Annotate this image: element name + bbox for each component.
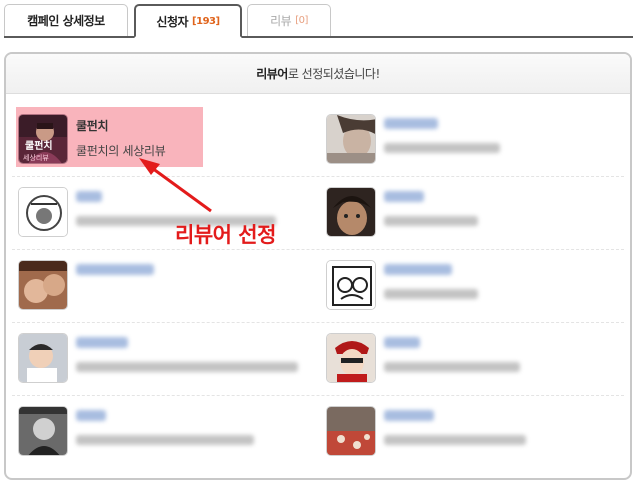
avatar-caption: 세상리뷰 [23, 153, 49, 162]
applicant-row [12, 250, 624, 323]
applicant-item[interactable] [320, 250, 626, 323]
tab-label: 캠페인 상세정보 [27, 14, 105, 28]
applicant-item[interactable] [12, 323, 318, 396]
selection-banner: 리뷰어 로 선정되셨습니다! [6, 54, 630, 94]
blurred-blog [384, 362, 520, 372]
applicant-grid: 쿨펀치 세상리뷰 쿨펀치 쿨펀치의 세상리뷰 [12, 104, 624, 469]
applicant-item[interactable] [12, 396, 318, 469]
applicant-row: 쿨펀치 세상리뷰 쿨펀치 쿨펀치의 세상리뷰 [12, 104, 624, 177]
blurred-name [384, 264, 452, 275]
applicant-item[interactable] [320, 177, 626, 250]
tab-count: [0] [295, 15, 308, 26]
applicant-row [12, 177, 624, 250]
avatar[interactable]: 쿨펀치 세상리뷰 [18, 114, 68, 164]
avatar-caption: 쿨펀치 [25, 139, 53, 152]
blurred-name [384, 337, 420, 348]
annotation-label: 리뷰어 선정 [175, 223, 276, 247]
blurred-blog [76, 362, 298, 372]
reviewer-blog: 쿨펀치의 세상리뷰 [76, 144, 166, 158]
avatar[interactable] [18, 187, 68, 237]
applicant-item[interactable] [12, 250, 318, 323]
tab-campaign-details[interactable]: 캠페인 상세정보 [4, 4, 128, 36]
avatar[interactable] [18, 406, 68, 456]
applicant-item[interactable] [320, 323, 626, 396]
applicant-panel: 리뷰어 로 선정되셨습니다! 쿨펀치 세상리뷰 쿨펀치 쿨펀치의 세상리뷰 [4, 52, 632, 480]
blurred-name [76, 410, 106, 421]
blurred-name [76, 264, 154, 275]
tab-applicants[interactable]: 신청자 [193] [134, 4, 242, 38]
tab-label: 리뷰 [270, 14, 292, 28]
avatar[interactable] [18, 260, 68, 310]
banner-text: 로 선정되셨습니다! [287, 67, 380, 81]
applicant-row [12, 323, 624, 396]
tab-reviews[interactable]: 리뷰 [0] [247, 4, 331, 36]
avatar[interactable] [326, 114, 376, 164]
blurred-name [384, 118, 438, 129]
avatar[interactable] [18, 333, 68, 383]
tab-count: [193] [192, 15, 220, 27]
avatar[interactable] [326, 406, 376, 456]
tab-label: 신청자 [156, 14, 189, 29]
tab-bar: 캠페인 상세정보 신청자 [193] 리뷰 [0] [4, 4, 633, 38]
applicant-row [12, 396, 624, 469]
blurred-name [76, 191, 102, 202]
blurred-blog [384, 143, 500, 153]
reviewer-name[interactable]: 쿨펀치 [76, 117, 109, 134]
tab-underline [4, 36, 633, 38]
blurred-blog [76, 435, 254, 445]
blurred-name [384, 410, 434, 421]
blurred-name [384, 191, 424, 202]
avatar[interactable] [326, 187, 376, 237]
banner-bold: 리뷰어 [256, 67, 288, 81]
applicant-item[interactable] [320, 104, 626, 177]
avatar[interactable] [326, 260, 376, 310]
applicant-item[interactable] [320, 396, 626, 469]
blurred-blog [384, 216, 478, 226]
blurred-blog [384, 435, 526, 445]
blurred-blog [384, 289, 478, 299]
avatar[interactable] [326, 333, 376, 383]
applicant-selected[interactable]: 쿨펀치 세상리뷰 쿨펀치 쿨펀치의 세상리뷰 [12, 104, 318, 177]
blurred-name [76, 337, 128, 348]
